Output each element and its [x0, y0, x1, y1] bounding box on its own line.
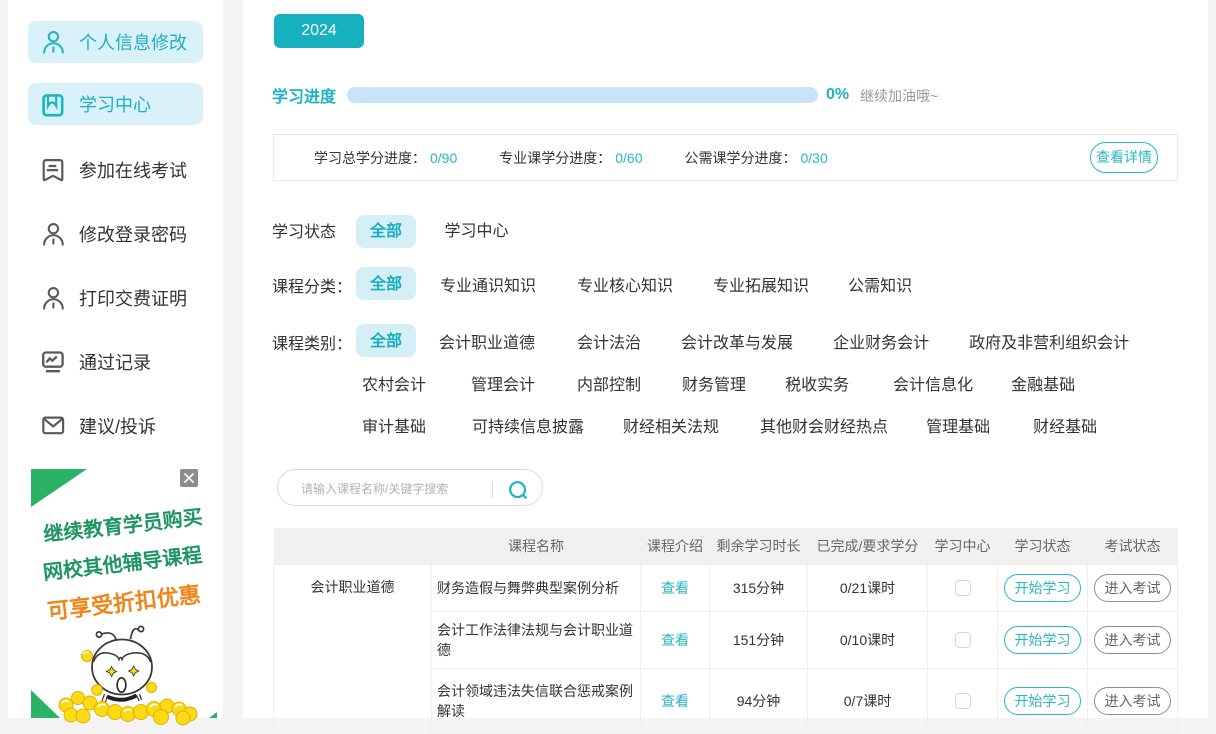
- svg-text:网校其他辅导课程: 网校其他辅导课程: [42, 543, 204, 585]
- svg-text:继续教育学员购买: 继续教育学员购买: [42, 505, 204, 547]
- svg-text:可享受折扣优惠: 可享受折扣优惠: [46, 582, 202, 624]
